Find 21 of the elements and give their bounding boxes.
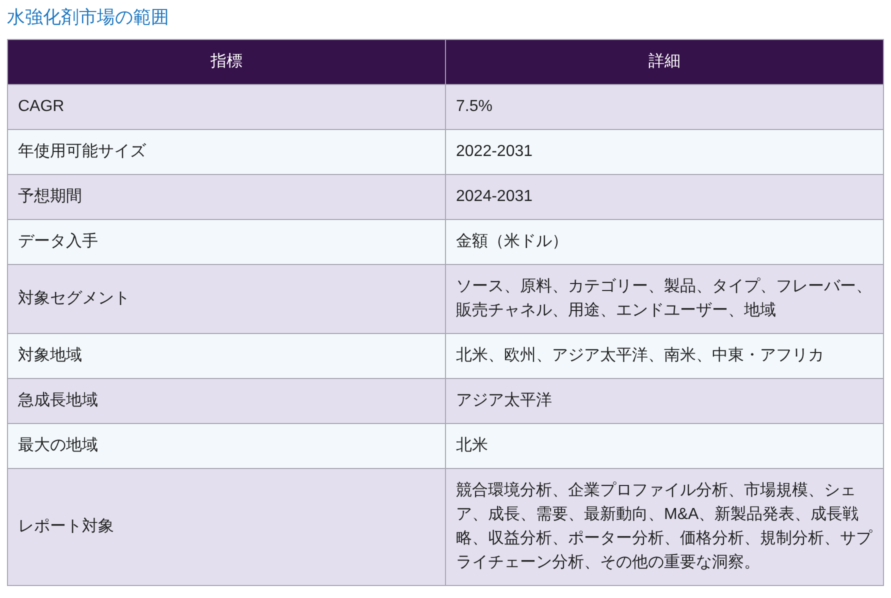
- table-cell: レポート対象: [8, 468, 446, 586]
- page-title: 水強化剤市場の範囲: [7, 6, 170, 29]
- table-cell: 金額（米ドル）: [446, 220, 884, 264]
- table-cell: 北米、欧州、アジア太平洋、南米、中東・アフリカ: [446, 334, 884, 378]
- table-cell: 競合環境分析、企業プロファイル分析、市場規模、シェア、成長、需要、最新動向、M&A、新製品発表、成長戦略、収益分析、ポーター分析、価格分析、規制分析、サプライチェーン分析、その他の重要な洞察。: [446, 468, 884, 586]
- table-cell: 最大の地域: [8, 424, 446, 468]
- table-cell: 対象地域: [8, 334, 446, 378]
- table-cell: 北米: [446, 424, 884, 468]
- column-header: 指標: [8, 40, 446, 84]
- table-cell: CAGR: [8, 84, 446, 130]
- table-cell: 対象セグメント: [8, 264, 446, 334]
- table-cell: アジア太平洋: [446, 378, 884, 424]
- table-cell: 予想期間: [8, 174, 446, 220]
- table-cell: 2024-2031: [446, 174, 884, 220]
- table-cell: 7.5%: [446, 84, 884, 130]
- table-cell: データ入手: [8, 220, 446, 264]
- table-cell: 年使用可能サイズ: [8, 130, 446, 174]
- table-cell: ソース、原料、カテゴリー、製品、タイプ、フレーバー、販売チャネル、用途、エンドユーザー、地域: [446, 264, 884, 334]
- column-header: 詳細: [446, 40, 884, 84]
- table-cell: 急成長地域: [8, 378, 446, 424]
- table-cell: 2022-2031: [446, 130, 884, 174]
